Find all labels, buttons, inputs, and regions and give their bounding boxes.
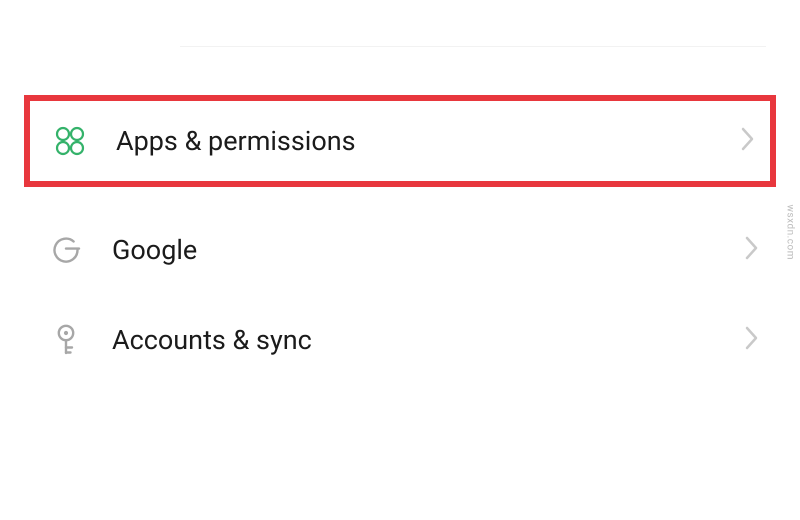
settings-item-label: Apps & permissions [116,125,740,157]
section-divider [180,46,766,47]
apps-icon [52,123,88,159]
settings-item-apps-permissions[interactable]: Apps & permissions [24,95,776,187]
settings-item-label: Google [112,234,744,266]
settings-item-google[interactable]: Google [0,205,800,295]
watermark-text: wsxdn.com [785,204,796,260]
key-icon [48,322,84,358]
settings-item-label: Accounts & sync [112,324,744,356]
settings-list: Apps & permissions Google [0,0,800,385]
chevron-right-icon [740,126,756,156]
chevron-right-icon [744,325,760,355]
chevron-right-icon [744,235,760,265]
google-icon [48,232,84,268]
settings-item-accounts-sync[interactable]: Accounts & sync [0,295,800,385]
